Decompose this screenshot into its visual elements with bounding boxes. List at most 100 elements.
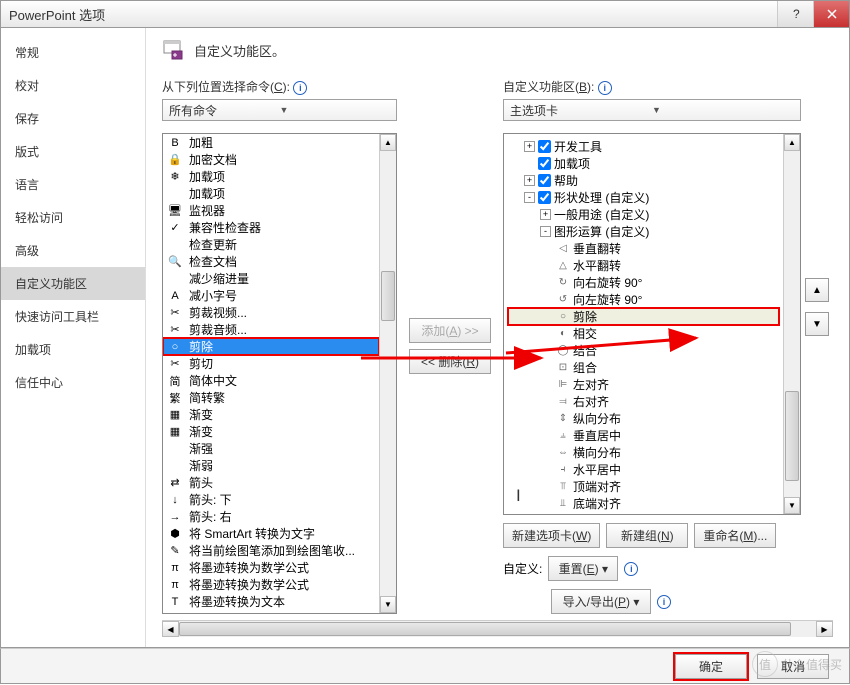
tree-cmd[interactable]: ⫫底端对齐 xyxy=(508,495,779,512)
command-item[interactable]: ✂剪切 xyxy=(163,355,379,372)
command-item[interactable]: ✂剪裁视频... xyxy=(163,304,379,321)
scroll-thumb[interactable] xyxy=(785,391,799,481)
scroll-thumb[interactable] xyxy=(179,622,791,636)
scrollbar-vertical[interactable]: ▲ ▼ xyxy=(783,134,800,514)
tree-group[interactable]: -图形运算 (自定义) xyxy=(508,223,779,240)
tree-cmd[interactable]: ⇔横向分布 xyxy=(508,444,779,461)
scrollbar-vertical[interactable]: ▲ ▼ xyxy=(379,134,396,613)
sidebar-item-proofing[interactable]: 校对 xyxy=(1,69,145,102)
expand-icon[interactable]: + xyxy=(540,209,551,220)
command-item[interactable]: 繁简转繁 xyxy=(163,389,379,406)
add-button[interactable]: 添加(A) >> xyxy=(409,318,491,343)
scroll-up-button[interactable]: ▲ xyxy=(380,134,396,151)
horizontal-scrollbar[interactable]: ◀ ▶ xyxy=(162,620,833,637)
info-icon[interactable]: i xyxy=(293,81,307,95)
command-item[interactable]: 减少缩进量 xyxy=(163,270,379,287)
sidebar-item-language[interactable]: 语言 xyxy=(1,168,145,201)
command-item[interactable]: π将墨迹转换为数学公式 xyxy=(163,576,379,593)
tree-cmd[interactable]: ⫨垂直居中 xyxy=(508,427,779,444)
sidebar-item-advanced[interactable]: 高级 xyxy=(1,234,145,267)
tree-cmd[interactable]: ⫤右对齐 xyxy=(508,393,779,410)
command-item[interactable]: ○剪除 xyxy=(163,338,379,355)
sidebar-item-general[interactable]: 常规 xyxy=(1,36,145,69)
info-icon[interactable]: i xyxy=(657,595,671,609)
tree-cmd[interactable]: ◯结合 xyxy=(508,342,779,359)
scroll-right-button[interactable]: ▶ xyxy=(816,621,833,637)
import-export-button[interactable]: 导入/导出(P) ▾ xyxy=(551,589,651,614)
expand-icon[interactable]: + xyxy=(524,141,535,152)
expand-icon[interactable]: + xyxy=(524,175,535,186)
command-item[interactable]: B加粗 xyxy=(163,134,379,151)
ribbon-target-dropdown[interactable]: 主选项卡 ▼ xyxy=(503,99,801,121)
tab-checkbox[interactable] xyxy=(538,157,551,170)
command-item[interactable]: 检查更新 xyxy=(163,236,379,253)
rename-button[interactable]: 重命名(M)... xyxy=(694,523,776,548)
command-item[interactable]: →箭头: 右 xyxy=(163,508,379,525)
command-item[interactable]: ⇄箭头 xyxy=(163,474,379,491)
tab-checkbox[interactable] xyxy=(538,191,551,204)
scroll-left-button[interactable]: ◀ xyxy=(162,621,179,637)
command-item[interactable]: 渐弱 xyxy=(163,457,379,474)
tree-cmd[interactable]: △水平翻转 xyxy=(508,257,779,274)
info-icon[interactable]: i xyxy=(624,562,638,576)
new-group-button[interactable]: 新建组(N) xyxy=(606,523,688,548)
command-item[interactable]: T将墨迹转换为文本 xyxy=(163,593,379,610)
scroll-thumb[interactable] xyxy=(381,271,395,321)
command-item[interactable]: 🖥监视器 xyxy=(163,202,379,219)
command-item[interactable]: ✂剪裁音频... xyxy=(163,321,379,338)
sidebar-item-quick-access[interactable]: 快速访问工具栏 xyxy=(1,300,145,333)
tree-group[interactable]: +一般用途 (自定义) xyxy=(508,206,779,223)
command-item[interactable]: 🔍检查文档 xyxy=(163,253,379,270)
close-button[interactable] xyxy=(813,1,849,27)
tree-cmd[interactable]: ⇕纵向分布 xyxy=(508,410,779,427)
commands-list[interactable]: B加粗🔒加密文档❄加载项加载项🖥监视器✓兼容性检查器检查更新🔍检查文档减少缩进量… xyxy=(162,133,397,614)
collapse-icon[interactable]: - xyxy=(524,192,535,203)
command-item[interactable]: ❄加载项 xyxy=(163,168,379,185)
command-item[interactable]: A减小字号 xyxy=(163,287,379,304)
tree-cmd[interactable]: ↻向右旋转 90° xyxy=(508,274,779,291)
reset-button[interactable]: 重置(E) ▾ xyxy=(548,556,618,581)
command-item[interactable]: ✓兼容性检查器 xyxy=(163,219,379,236)
command-item[interactable]: ✎将当前绘图笔添加到绘图笔收... xyxy=(163,542,379,559)
move-down-button[interactable]: ▼ xyxy=(805,312,829,336)
tab-checkbox[interactable] xyxy=(538,140,551,153)
sidebar-item-customize-ribbon[interactable]: 自定义功能区 xyxy=(1,267,145,300)
tree-cmd[interactable]: ⊫左对齐 xyxy=(508,376,779,393)
sidebar-item-save[interactable]: 保存 xyxy=(1,102,145,135)
tree-tab[interactable]: +帮助 xyxy=(508,172,779,189)
command-item[interactable]: ⬢将 SmartArt 转换为文字 xyxy=(163,525,379,542)
help-button[interactable]: ? xyxy=(777,1,813,27)
commands-source-dropdown[interactable]: 所有命令 ▼ xyxy=(162,99,397,121)
new-tab-button[interactable]: 新建选项卡(W) xyxy=(503,523,600,548)
command-item[interactable]: ▦渐变 xyxy=(163,423,379,440)
command-item[interactable]: ↓箭头: 下 xyxy=(163,491,379,508)
tree-cmd[interactable]: ⫪顶端对齐 xyxy=(508,478,779,495)
scroll-down-button[interactable]: ▼ xyxy=(380,596,396,613)
sidebar-item-layout[interactable]: 版式 xyxy=(1,135,145,168)
ribbon-tree[interactable]: +开发工具加载项+帮助-形状处理 (自定义)+一般用途 (自定义)-图形运算 (… xyxy=(503,133,801,515)
tree-tab[interactable]: -形状处理 (自定义) xyxy=(508,189,779,206)
command-item[interactable]: ▦渐变 xyxy=(163,406,379,423)
command-item[interactable]: π将墨迹转换为数学公式 xyxy=(163,559,379,576)
info-icon[interactable]: i xyxy=(598,81,612,95)
command-item[interactable]: 渐强 xyxy=(163,440,379,457)
move-up-button[interactable]: ▲ xyxy=(805,278,829,302)
ok-button[interactable]: 确定 xyxy=(675,654,747,679)
sidebar-item-accessibility[interactable]: 轻松访问 xyxy=(1,201,145,234)
command-item[interactable]: 🔒加密文档 xyxy=(163,151,379,168)
tree-cmd[interactable]: ↺向左旋转 90° xyxy=(508,291,779,308)
tree-tab[interactable]: +开发工具 xyxy=(508,138,779,155)
tree-cmd[interactable]: ◁垂直翻转 xyxy=(508,240,779,257)
sidebar-item-addins[interactable]: 加载项 xyxy=(1,333,145,366)
collapse-icon[interactable]: - xyxy=(540,226,551,237)
tree-cmd[interactable]: ◐相交 xyxy=(508,325,779,342)
tree-cmd[interactable]: ⫞水平居中 xyxy=(508,461,779,478)
command-item[interactable]: 简简体中文 xyxy=(163,372,379,389)
sidebar-item-trust[interactable]: 信任中心 xyxy=(1,366,145,399)
tab-checkbox[interactable] xyxy=(538,174,551,187)
tree-cmd[interactable]: ⊡组合 xyxy=(508,359,779,376)
tree-tab[interactable]: 加载项 xyxy=(508,155,779,172)
scroll-down-button[interactable]: ▼ xyxy=(784,497,800,514)
command-item[interactable]: 加载项 xyxy=(163,185,379,202)
scroll-up-button[interactable]: ▲ xyxy=(784,134,800,151)
